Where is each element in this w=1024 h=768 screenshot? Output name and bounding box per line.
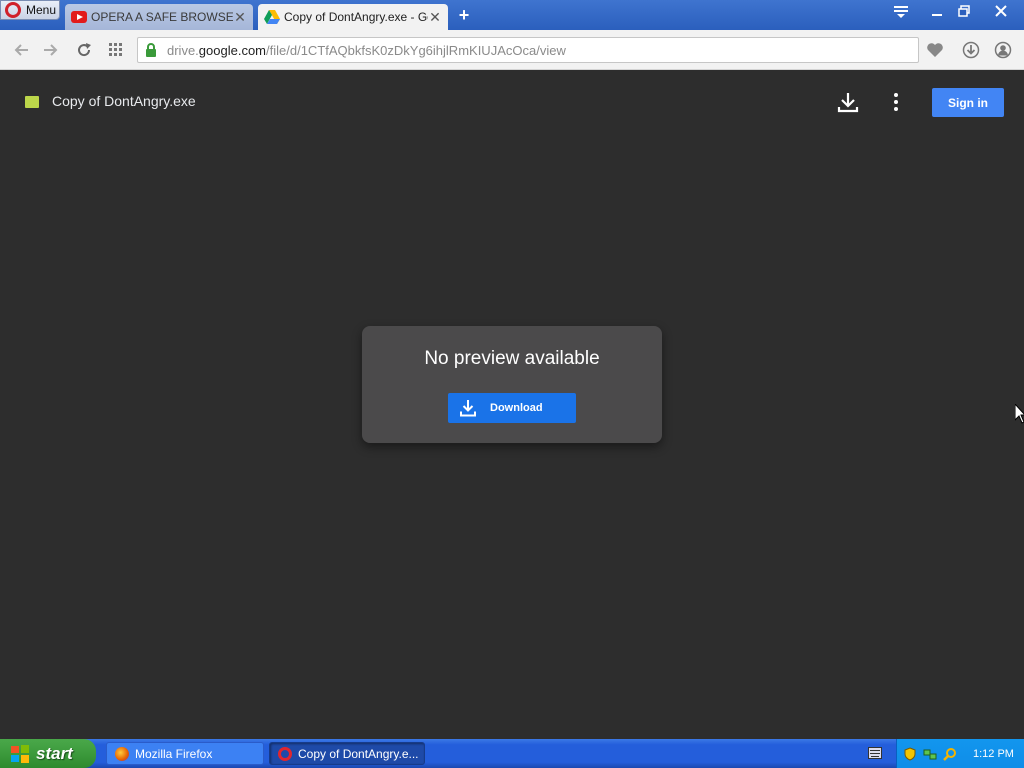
tab-title: Copy of DontAngry.exe - Goo bbox=[284, 10, 428, 24]
drive-file-viewer: Copy of DontAngry.exe Sign in No preview… bbox=[0, 70, 1024, 739]
task-label: Copy of DontAngry.e... bbox=[298, 746, 419, 761]
back-button[interactable] bbox=[11, 40, 31, 60]
opera-icon bbox=[278, 746, 292, 761]
address-bar[interactable]: drive.google.com/file/d/1CTfAQbkfsK0zDkY… bbox=[137, 37, 919, 63]
minimize-button[interactable] bbox=[926, 2, 948, 20]
keyboard-icon[interactable] bbox=[868, 747, 882, 759]
file-type-icon bbox=[25, 96, 39, 108]
account-icon[interactable] bbox=[993, 40, 1013, 60]
opera-logo-icon bbox=[5, 2, 21, 18]
navigation-bar: drive.google.com/file/d/1CTfAQbkfsK0zDkY… bbox=[0, 30, 1024, 70]
mouse-cursor-icon bbox=[1015, 404, 1024, 424]
no-preview-card: No preview available Download bbox=[362, 326, 662, 443]
close-window-button[interactable] bbox=[990, 2, 1012, 20]
taskbar-item-firefox[interactable]: Mozilla Firefox bbox=[106, 742, 264, 765]
forward-button[interactable] bbox=[41, 40, 61, 60]
sign-in-button[interactable]: Sign in bbox=[932, 88, 1004, 117]
reload-button[interactable] bbox=[74, 40, 94, 60]
secure-lock-icon bbox=[146, 43, 156, 57]
tab-close-icon[interactable]: ✕ bbox=[233, 10, 247, 24]
download-icon[interactable] bbox=[836, 91, 860, 113]
google-drive-icon bbox=[264, 10, 280, 24]
restore-button[interactable] bbox=[953, 2, 975, 20]
start-label: start bbox=[36, 743, 73, 763]
downloads-icon[interactable] bbox=[961, 40, 981, 60]
task-label: Mozilla Firefox bbox=[135, 746, 213, 761]
start-button[interactable]: start bbox=[0, 739, 96, 768]
download-button[interactable]: Download bbox=[448, 393, 576, 423]
tab-opera-safe-browser[interactable]: OPERA A SAFE BROWSER FOR ✕ bbox=[65, 4, 253, 30]
speed-dial-grid-icon[interactable] bbox=[106, 40, 126, 60]
bookmark-heart-icon[interactable] bbox=[925, 40, 945, 60]
no-preview-message: No preview available bbox=[424, 348, 600, 369]
tab-menu-icon[interactable] bbox=[890, 2, 912, 20]
network-icon[interactable] bbox=[923, 747, 937, 761]
youtube-icon bbox=[71, 11, 87, 23]
file-title: Copy of DontAngry.exe bbox=[52, 93, 196, 109]
download-button-label: Download bbox=[490, 402, 543, 414]
browser-tab-strip: Menu OPERA A SAFE BROWSER FOR ✕ Copy of … bbox=[0, 0, 1024, 30]
url-domain: google.com bbox=[198, 42, 267, 58]
tab-title: OPERA A SAFE BROWSER FOR bbox=[91, 10, 233, 24]
tab-copy-of-dontangry[interactable]: Copy of DontAngry.exe - Goo ✕ bbox=[258, 4, 448, 30]
windows-taskbar: start Mozilla Firefox Copy of DontAngry.… bbox=[0, 739, 1024, 768]
firefox-icon bbox=[115, 746, 129, 761]
system-clock: 1:12 PM bbox=[973, 747, 1014, 760]
url-text: drive.google.com/file/d/1CTfAQbkfsK0zDkY… bbox=[167, 43, 566, 58]
url-path: /file/d/1CTfAQbkfsK0zDkYg6ihjlRmKIUJAcOc… bbox=[266, 42, 566, 58]
new-tab-button[interactable]: + bbox=[455, 6, 473, 24]
menu-label: Menu bbox=[26, 3, 57, 17]
url-prefix: drive. bbox=[167, 42, 199, 58]
opera-menu-button[interactable]: Menu bbox=[0, 0, 60, 20]
download-icon bbox=[460, 400, 476, 417]
windows-logo-icon bbox=[11, 744, 29, 763]
system-tray: 1:12 PM bbox=[896, 739, 1024, 768]
more-options-icon[interactable] bbox=[886, 91, 906, 113]
security-shield-icon[interactable] bbox=[903, 746, 917, 761]
tab-close-icon[interactable]: ✕ bbox=[428, 10, 442, 24]
search-icon[interactable] bbox=[943, 747, 957, 761]
taskbar-item-opera[interactable]: Copy of DontAngry.e... bbox=[269, 742, 425, 765]
